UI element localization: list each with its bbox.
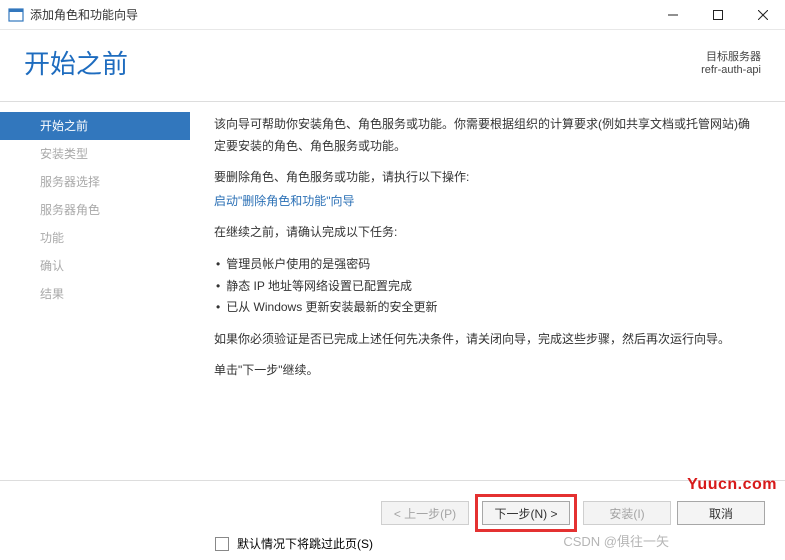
target-server-info: 目标服务器 refr-auth-api bbox=[701, 48, 761, 76]
watermark-csdn: CSDN @俱往一矢 bbox=[563, 531, 669, 550]
remove-roles-label: 要删除角色、角色服务或功能，请执行以下操作: bbox=[214, 167, 761, 189]
step-server-selection: 服务器选择 bbox=[0, 168, 190, 196]
skip-page-option[interactable]: 默认情况下将跳过此页(S) bbox=[215, 535, 373, 552]
wizard-content: 该向导可帮助你安装角色、角色服务或功能。你需要根据组织的计算要求(例如共享文档或… bbox=[190, 102, 785, 474]
step-before-you-begin[interactable]: 开始之前 bbox=[0, 112, 190, 140]
wizard-steps-sidebar: 开始之前 安装类型 服务器选择 服务器角色 功能 确认 结果 bbox=[0, 102, 190, 474]
next-button-highlight: 下一步(N) > bbox=[475, 494, 577, 532]
skip-checkbox[interactable] bbox=[215, 537, 229, 551]
step-server-roles: 服务器角色 bbox=[0, 196, 190, 224]
minimize-button[interactable] bbox=[650, 0, 695, 30]
intro-text: 该向导可帮助你安装角色、角色服务或功能。你需要根据组织的计算要求(例如共享文档或… bbox=[214, 114, 761, 157]
step-confirm: 确认 bbox=[0, 252, 190, 280]
next-button[interactable]: 下一步(N) > bbox=[482, 501, 570, 525]
skip-label: 默认情况下将跳过此页(S) bbox=[237, 535, 373, 552]
target-server-value: refr-auth-api bbox=[701, 64, 761, 76]
page-heading: 开始之前 bbox=[24, 44, 761, 81]
verify-text: 如果你必须验证是否已完成上述任何先决条件，请关闭向导，完成这些步骤，然后再次运行… bbox=[214, 329, 761, 351]
step-install-type: 安装类型 bbox=[0, 140, 190, 168]
window-controls bbox=[650, 0, 785, 30]
tasks-list: 管理员帐户使用的是强密码 静态 IP 地址等网络设置已配置完成 已从 Windo… bbox=[214, 254, 761, 319]
wizard-body: 开始之前 安装类型 服务器选择 服务器角色 功能 确认 结果 该向导可帮助你安装… bbox=[0, 102, 785, 474]
task-item: 静态 IP 地址等网络设置已配置完成 bbox=[214, 276, 761, 298]
step-results: 结果 bbox=[0, 280, 190, 308]
window-title: 添加角色和功能向导 bbox=[30, 6, 650, 23]
cancel-button[interactable]: 取消 bbox=[677, 501, 765, 525]
watermark-site: Yuucn.com bbox=[687, 476, 777, 494]
task-item: 管理员帐户使用的是强密码 bbox=[214, 254, 761, 276]
remove-roles-link[interactable]: 启动"删除角色和功能"向导 bbox=[214, 191, 355, 213]
maximize-button[interactable] bbox=[695, 0, 740, 30]
close-button[interactable] bbox=[740, 0, 785, 30]
previous-button: < 上一步(P) bbox=[381, 501, 469, 525]
title-bar: 添加角色和功能向导 bbox=[0, 0, 785, 30]
tasks-label: 在继续之前，请确认完成以下任务: bbox=[214, 222, 761, 244]
step-features: 功能 bbox=[0, 224, 190, 252]
target-server-label: 目标服务器 bbox=[701, 48, 761, 64]
install-button: 安装(I) bbox=[583, 501, 671, 525]
app-icon bbox=[8, 7, 24, 23]
wizard-header: 开始之前 目标服务器 refr-auth-api bbox=[0, 30, 785, 102]
continue-text: 单击"下一步"继续。 bbox=[214, 360, 761, 382]
task-item: 已从 Windows 更新安装最新的安全更新 bbox=[214, 297, 761, 319]
